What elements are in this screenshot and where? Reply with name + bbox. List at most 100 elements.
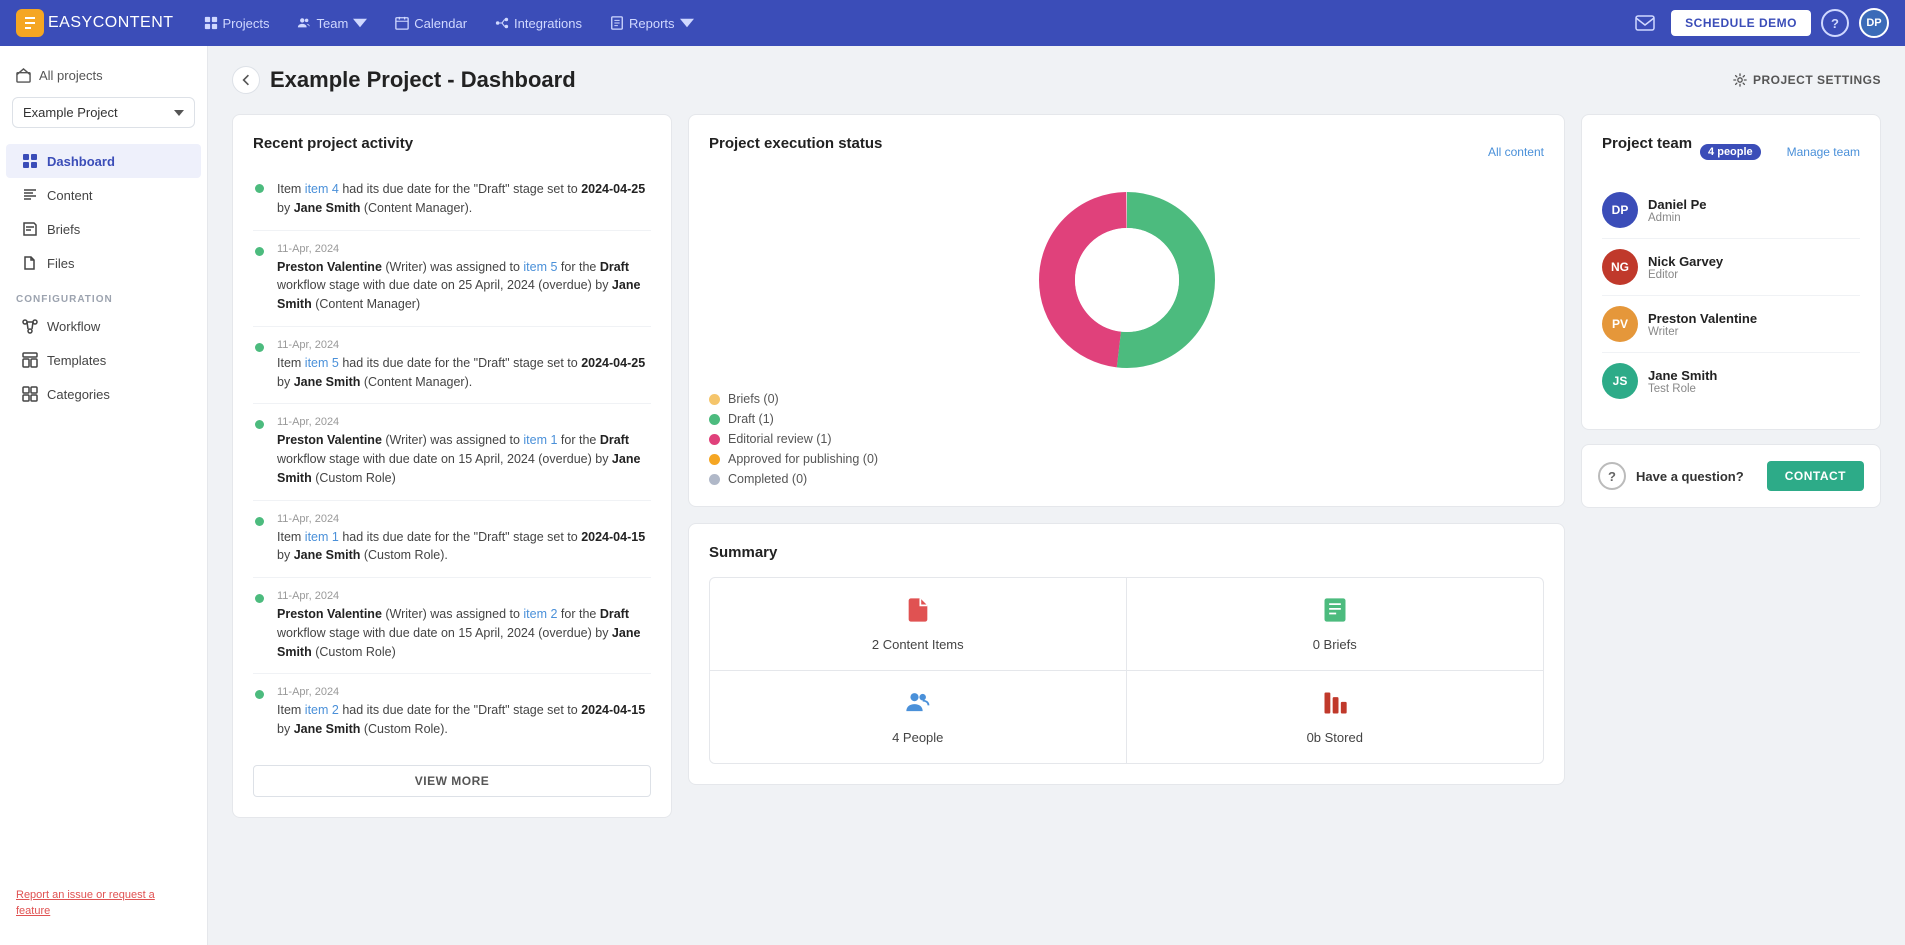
back-button[interactable] <box>232 66 260 94</box>
sidebar-item-workflow[interactable]: Workflow <box>6 309 201 343</box>
member-name: Daniel Pe <box>1648 197 1707 212</box>
all-projects-link[interactable]: All projects <box>0 62 207 89</box>
topnav: EASYCONTENT Projects Team Calendar Integ… <box>0 0 1905 46</box>
people-summary-icon <box>904 689 932 724</box>
report-issue-link[interactable]: Report an issue or request a feature <box>16 889 155 917</box>
legend-dot <box>709 454 720 465</box>
config-section-label: CONFIGURATION <box>0 280 207 309</box>
logo-text: EASYCONTENT <box>48 14 174 32</box>
logo[interactable]: EASYCONTENT <box>16 9 174 37</box>
view-more-button[interactable]: VIEW MORE <box>253 765 651 797</box>
summary-cell-storage: 0b Stored <box>1127 671 1544 763</box>
settings-icon <box>1733 73 1747 87</box>
nav-reports[interactable]: Reports <box>600 12 704 35</box>
activity-item: Item item 4 had its due date for the "Dr… <box>253 168 651 231</box>
schedule-demo-button[interactable]: SCHEDULE DEMO <box>1671 10 1811 36</box>
right-col: Project execution status All content <box>688 114 1565 818</box>
briefs-label: 0 Briefs <box>1313 637 1357 652</box>
logo-icon <box>16 9 44 37</box>
nav-calendar[interactable]: Calendar <box>385 12 477 35</box>
activity-item-link[interactable]: item 2 <box>305 703 339 717</box>
activity-card-title: Recent project activity <box>253 135 651 152</box>
activity-item: 11-Apr, 2024 Preston Valentine (Writer) … <box>253 404 651 500</box>
summary-grid: 2 Content Items 0 Briefs 4 <box>709 577 1544 764</box>
member-role: Editor <box>1648 269 1723 281</box>
manage-team-link[interactable]: Manage team <box>1787 145 1860 159</box>
legend-dot <box>709 474 720 485</box>
activity-item-link[interactable]: item 2 <box>523 607 557 621</box>
summary-card-title: Summary <box>709 544 1544 561</box>
team-member: PV Preston Valentine Writer <box>1602 296 1860 353</box>
summary-cell-people: 4 People <box>710 671 1127 763</box>
nav-right: SCHEDULE DEMO ? DP <box>1629 7 1889 39</box>
help-icon[interactable]: ? <box>1821 9 1849 37</box>
legend-dot <box>709 394 720 405</box>
sidebar-footer: Report an issue or request a feature <box>0 873 207 929</box>
sidebar-item-briefs[interactable]: Briefs <box>6 212 201 246</box>
sidebar-item-files[interactable]: Files <box>6 246 201 280</box>
legend-dot <box>709 434 720 445</box>
chevron-down-icon <box>174 110 184 116</box>
member-role: Admin <box>1648 212 1707 224</box>
donut-chart <box>709 180 1544 380</box>
content-icon <box>22 187 38 203</box>
summary-cell-content: 2 Content Items <box>710 578 1127 671</box>
files-icon <box>22 255 38 271</box>
all-content-link[interactable]: All content <box>1488 145 1544 159</box>
member-role: Test Role <box>1648 383 1717 395</box>
mail-icon[interactable] <box>1629 7 1661 39</box>
activity-item-link[interactable]: item 5 <box>523 260 557 274</box>
activity-item: 11-Apr, 2024 Item item 5 had its due dat… <box>253 327 651 405</box>
activity-item-link[interactable]: item 1 <box>523 433 557 447</box>
legend-item: Briefs (0) <box>709 392 1544 406</box>
main-content: Example Project - Dashboard PROJECT SETT… <box>208 46 1905 945</box>
member-name: Nick Garvey <box>1648 254 1723 269</box>
activity-item-link[interactable]: item 1 <box>305 530 339 544</box>
activity-card: Recent project activity Item item 4 had … <box>232 114 672 818</box>
member-role: Writer <box>1648 326 1757 338</box>
execution-card: Project execution status All content <box>688 114 1565 507</box>
home-icon <box>16 68 31 83</box>
execution-card-title: Project execution status <box>709 135 882 152</box>
legend-item: Approved for publishing (0) <box>709 452 1544 466</box>
contact-question: Have a question? <box>1636 469 1744 484</box>
contact-button[interactable]: CONTACT <box>1767 461 1864 491</box>
member-name: Jane Smith <box>1648 368 1717 383</box>
legend-item: Editorial review (1) <box>709 432 1544 446</box>
nav-integrations[interactable]: Integrations <box>485 12 592 35</box>
activity-item: 11-Apr, 2024 Item item 2 had its due dat… <box>253 674 651 751</box>
team-badge: 4 people <box>1700 144 1761 160</box>
storage-label: 0b Stored <box>1307 730 1363 745</box>
project-selector[interactable]: Example Project <box>12 97 195 128</box>
nav-team[interactable]: Team <box>287 12 377 35</box>
page-header: Example Project - Dashboard PROJECT SETT… <box>232 66 1881 94</box>
team-member: DP Daniel Pe Admin <box>1602 182 1860 239</box>
content-items-icon <box>904 596 932 631</box>
activity-item-link[interactable]: item 4 <box>305 182 339 196</box>
briefs-summary-icon <box>1321 596 1349 631</box>
team-card-title: Project team <box>1602 135 1692 152</box>
legend-item: Draft (1) <box>709 412 1544 426</box>
templates-icon <box>22 352 38 368</box>
member-name: Preston Valentine <box>1648 311 1757 326</box>
storage-summary-icon <box>1321 689 1349 724</box>
page-title: Example Project - Dashboard <box>270 67 576 93</box>
project-settings-button[interactable]: PROJECT SETTINGS <box>1733 73 1881 87</box>
activity-item: 11-Apr, 2024 Preston Valentine (Writer) … <box>253 578 651 674</box>
question-icon: ? <box>1598 462 1626 490</box>
member-avatar: PV <box>1602 306 1638 342</box>
legend-item: Completed (0) <box>709 472 1544 486</box>
user-avatar[interactable]: DP <box>1859 8 1889 38</box>
people-label: 4 People <box>892 730 943 745</box>
activity-list: Item item 4 had its due date for the "Dr… <box>253 168 651 751</box>
sidebar-item-content[interactable]: Content <box>6 178 201 212</box>
activity-item-link[interactable]: item 5 <box>305 356 339 370</box>
sidebar-item-categories[interactable]: Categories <box>6 377 201 411</box>
sidebar-item-dashboard[interactable]: Dashboard <box>6 144 201 178</box>
team-member: NG Nick Garvey Editor <box>1602 239 1860 296</box>
nav-projects[interactable]: Projects <box>194 12 280 35</box>
sidebar-item-templates[interactable]: Templates <box>6 343 201 377</box>
team-member: JS Jane Smith Test Role <box>1602 353 1860 409</box>
categories-icon <box>22 386 38 402</box>
member-avatar: JS <box>1602 363 1638 399</box>
